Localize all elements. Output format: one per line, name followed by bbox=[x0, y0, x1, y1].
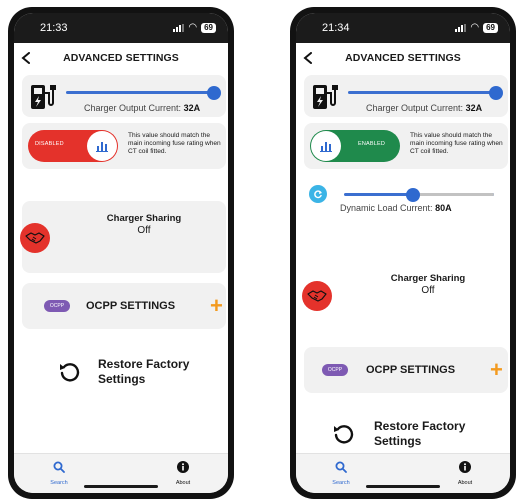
bar-chart-icon bbox=[320, 142, 332, 152]
slider-track-rest bbox=[413, 193, 494, 196]
toggle-knob bbox=[311, 131, 341, 161]
battery-badge: 69 bbox=[483, 23, 498, 33]
ev-charger-icon bbox=[313, 85, 338, 109]
dynamic-load-slider[interactable] bbox=[344, 187, 494, 202]
toggle-knob bbox=[87, 131, 117, 161]
restore-label: Restore Factory Settings bbox=[374, 419, 466, 448]
dynamic-load-caption: Dynamic Load Current: 80A bbox=[340, 203, 452, 213]
bottom-nav: Search About bbox=[14, 453, 228, 493]
charger-sharing-value: Off bbox=[421, 285, 435, 296]
handshake-icon bbox=[307, 290, 327, 302]
charger-sharing-button[interactable] bbox=[20, 223, 50, 253]
restore-factory-settings[interactable]: Restore Factory Settings bbox=[14, 343, 228, 403]
nav-search[interactable]: Search bbox=[34, 460, 84, 486]
page-title: ADVANCED SETTINGS bbox=[345, 52, 461, 64]
nav-about-label: About bbox=[457, 480, 473, 486]
ct-toggle-card: DISABLED This value should match the mai… bbox=[22, 123, 226, 169]
refresh-icon bbox=[314, 190, 322, 199]
slider-knob[interactable] bbox=[406, 187, 420, 202]
plus-icon[interactable]: + bbox=[210, 295, 223, 317]
wifi-icon: ◠ bbox=[470, 22, 480, 33]
charger-output-card: Charger Output Current: 32A bbox=[304, 75, 508, 117]
nav-about[interactable]: About bbox=[158, 460, 208, 486]
charger-current-slider[interactable] bbox=[66, 85, 221, 100]
nav-search[interactable]: Search bbox=[316, 460, 366, 486]
restore-label: Restore Factory Settings bbox=[98, 357, 190, 386]
wifi-icon: ◠ bbox=[188, 22, 198, 33]
charger-current-slider[interactable] bbox=[348, 85, 503, 100]
status-bar: 21:33 ◠ 69 bbox=[14, 13, 228, 43]
charger-sharing-title: Charger Sharing bbox=[390, 273, 466, 284]
toggle-state-label: ENABLED bbox=[358, 141, 386, 147]
status-time: 21:34 bbox=[322, 22, 350, 34]
home-indicator bbox=[366, 485, 440, 488]
charger-sharing-card[interactable]: Charger Sharing Off bbox=[20, 201, 226, 273]
nav-about-label: About bbox=[175, 480, 191, 486]
restore-icon bbox=[60, 363, 80, 382]
toggle-state-label: DISABLED bbox=[35, 141, 64, 147]
charger-sharing-button[interactable] bbox=[302, 281, 332, 311]
ct-toggle-card: ENABLED This value should match the main… bbox=[304, 123, 508, 169]
ct-toggle[interactable]: ENABLED bbox=[310, 130, 400, 162]
charger-output-card: Charger Output Current: 32A bbox=[22, 75, 226, 117]
slider-knob[interactable] bbox=[207, 85, 221, 100]
app-header: ADVANCED SETTINGS bbox=[296, 47, 510, 69]
charger-current-value: 32A bbox=[183, 103, 201, 113]
status-bar: 21:34 ◠ 69 bbox=[296, 13, 510, 43]
ocpp-settings-card[interactable]: OCPP OCPP SETTINGS + bbox=[304, 347, 508, 393]
home-indicator bbox=[84, 485, 158, 488]
page-title: ADVANCED SETTINGS bbox=[63, 52, 179, 64]
handshake-icon bbox=[25, 232, 45, 244]
ct-toggle[interactable]: DISABLED bbox=[28, 130, 118, 162]
bar-chart-icon bbox=[96, 142, 108, 152]
search-icon bbox=[335, 461, 347, 473]
back-button[interactable] bbox=[18, 47, 34, 69]
status-icons: ◠ 69 bbox=[455, 23, 498, 33]
back-button[interactable] bbox=[300, 47, 316, 69]
restore-icon bbox=[334, 425, 354, 444]
search-icon bbox=[53, 461, 65, 473]
battery-badge: 69 bbox=[201, 23, 216, 33]
back-chevron-icon bbox=[303, 52, 312, 64]
ocpp-logo-icon: OCPP bbox=[44, 300, 70, 312]
ev-charger-icon bbox=[31, 85, 56, 109]
phone-left: 21:33 ◠ 69 ADVANCED SETTINGS Charger Out… bbox=[8, 7, 234, 499]
app-screen: 21:33 ◠ 69 ADVANCED SETTINGS Charger Out… bbox=[14, 13, 228, 493]
back-chevron-icon bbox=[21, 52, 30, 64]
ocpp-settings-label: OCPP SETTINGS bbox=[366, 364, 456, 376]
phone-right: 21:34 ◠ 69 ADVANCED SETTINGS Charger Out… bbox=[290, 7, 516, 499]
status-icons: ◠ 69 bbox=[173, 23, 216, 33]
nav-search-label: Search bbox=[50, 480, 68, 486]
slider-knob[interactable] bbox=[489, 85, 503, 100]
dynamic-load-button[interactable] bbox=[309, 185, 327, 203]
app-screen: 21:34 ◠ 69 ADVANCED SETTINGS Charger Out… bbox=[296, 13, 510, 493]
dynamic-load-card: Dynamic Load Current: 80A bbox=[304, 175, 508, 215]
signal-icon bbox=[173, 24, 185, 32]
plus-icon[interactable]: + bbox=[490, 359, 503, 381]
bottom-nav: Search About bbox=[296, 453, 510, 493]
ocpp-settings-label: OCPP SETTINGS bbox=[86, 300, 176, 312]
nav-about[interactable]: About bbox=[440, 460, 490, 486]
signal-icon bbox=[455, 24, 467, 32]
nav-search-label: Search bbox=[332, 480, 350, 486]
charger-sharing-title: Charger Sharing bbox=[106, 213, 182, 224]
app-header: ADVANCED SETTINGS bbox=[14, 47, 228, 69]
charger-sharing-value: Off bbox=[137, 225, 151, 236]
info-icon bbox=[459, 461, 471, 473]
info-icon bbox=[177, 461, 189, 473]
ct-note: This value should match the main incomin… bbox=[410, 132, 503, 155]
status-time: 21:33 bbox=[40, 22, 68, 34]
dynamic-load-value: 80A bbox=[435, 203, 452, 213]
charger-current-value: 32A bbox=[465, 103, 483, 113]
ocpp-settings-card[interactable]: OCPP OCPP SETTINGS + bbox=[22, 283, 226, 329]
ocpp-logo-icon: OCPP bbox=[322, 364, 348, 376]
charger-current-caption: Charger Output Current: 32A bbox=[366, 103, 483, 113]
ct-note: This value should match the main incomin… bbox=[128, 132, 221, 155]
charger-sharing-card[interactable]: Charger Sharing Off bbox=[302, 265, 508, 341]
charger-current-caption: Charger Output Current: 32A bbox=[84, 103, 201, 113]
